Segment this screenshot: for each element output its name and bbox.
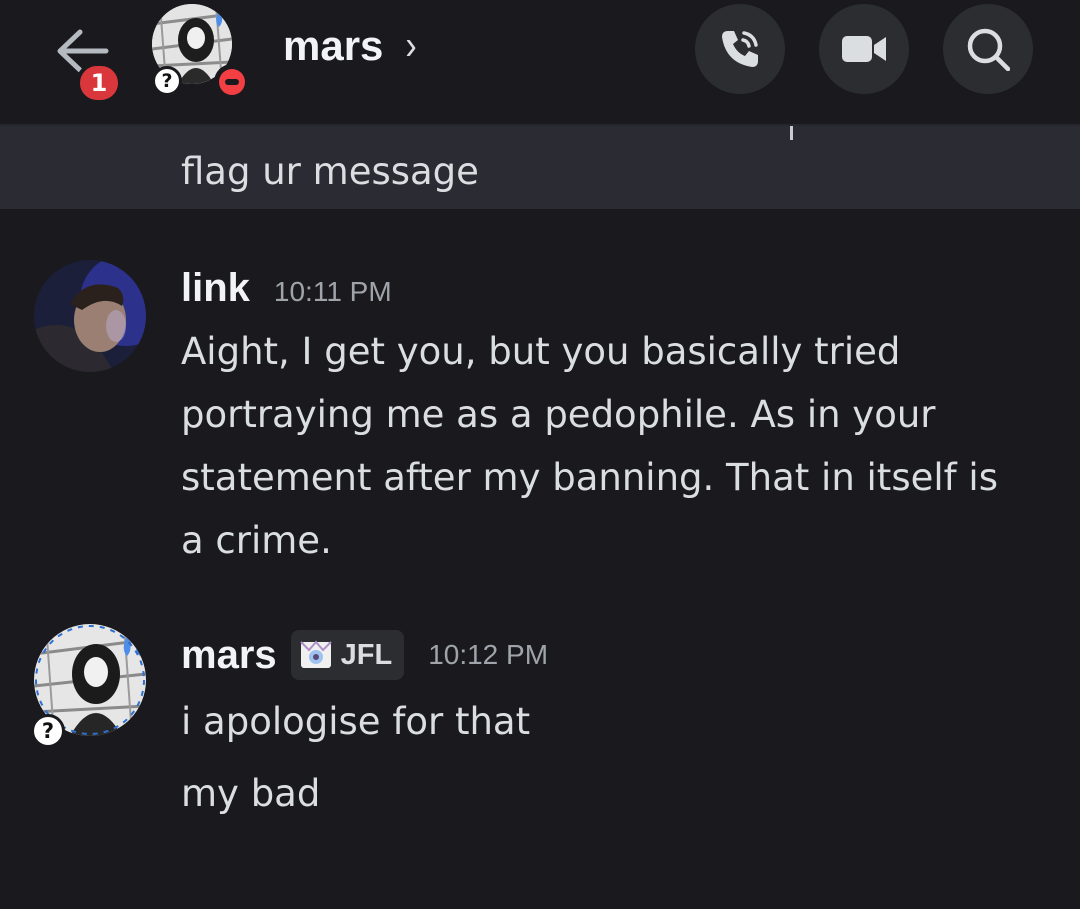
text-cursor	[790, 126, 793, 140]
search-button[interactable]	[943, 4, 1033, 94]
highlighted-message[interactable]: flag ur message	[0, 126, 1080, 209]
server-tag-icon	[299, 640, 332, 668]
voice-call-button[interactable]	[695, 4, 785, 94]
search-icon	[967, 28, 1010, 71]
message-text: flag ur message	[181, 150, 479, 193]
voice-call-icon	[722, 31, 758, 67]
channel-title[interactable]: mars ›	[283, 22, 417, 70]
question-badge-icon: ?	[31, 714, 65, 748]
video-call-icon	[842, 36, 886, 62]
question-badge-icon: ?	[152, 66, 182, 96]
guild-tag[interactable]: JFL	[290, 630, 405, 680]
message-line: a crime.	[181, 519, 332, 562]
tag-label: JFL	[340, 638, 393, 671]
message-line: portraying me as a pedophile. As in your	[181, 393, 936, 436]
unread-badge: 1	[76, 62, 122, 104]
message-content: i apologise for that my bad	[181, 686, 1061, 830]
message-line: Aight, I get you, but you basically trie…	[181, 330, 901, 373]
message-line: i apologise for that	[181, 700, 531, 743]
header-avatar[interactable]: ?	[152, 4, 250, 100]
message-header: mars JFL 10:12 PM	[181, 630, 548, 680]
dnd-status-icon	[214, 64, 250, 100]
avatar[interactable]	[34, 260, 146, 372]
message-line: my bad	[181, 772, 321, 815]
chevron-right-icon: ›	[405, 22, 417, 69]
message-header: link 10:11 PM	[181, 266, 392, 311]
video-call-button[interactable]	[819, 4, 909, 94]
title-text: mars	[283, 22, 384, 69]
message-content: Aight, I get you, but you basically trie…	[181, 320, 1061, 572]
author-name[interactable]: mars	[181, 633, 277, 678]
timestamp: 10:12 PM	[428, 639, 549, 670]
author-name[interactable]: link	[181, 266, 250, 311]
message-line: statement after my banning. That in itse…	[181, 456, 998, 499]
timestamp: 10:11 PM	[273, 276, 392, 307]
chat-header: 1 ? mars ›	[0, 0, 1080, 126]
